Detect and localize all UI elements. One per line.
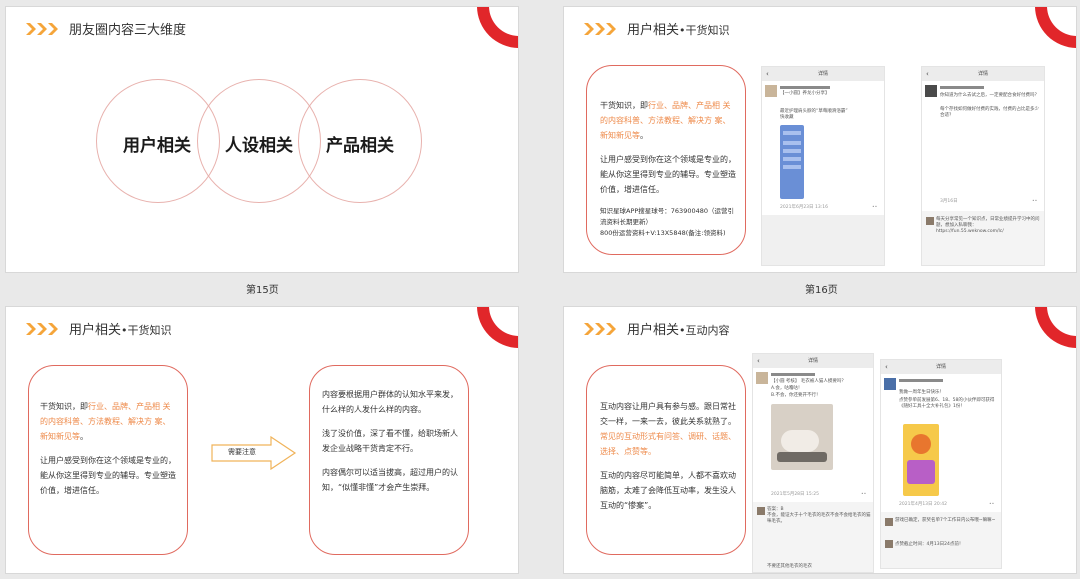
text-content: 互动内容让用户具有参与感。跟日常社交一样，一来一去，彼此关系就熟了。常见的互动形… xyxy=(600,402,736,510)
back-icon: ‹ xyxy=(885,363,888,371)
text-content: 干货知识，即行业、品牌、产品相 关的内容科普、方法教程、解决方 案、新知新见等。… xyxy=(600,101,736,237)
corner-decoration xyxy=(477,307,518,348)
more-icon: •• xyxy=(872,205,878,210)
phone-screenshot-left: ‹ 详情 【一小圆】养龙小分享】 最近护理肩头脖的“草莓顺滑浴霸” 快收藏 202… xyxy=(761,66,885,266)
more-icon: •• xyxy=(1032,199,1038,204)
corner-decoration xyxy=(477,7,518,48)
poster-image xyxy=(903,424,939,496)
venn-label-user: 用户相关 xyxy=(123,136,191,156)
commenter-avatar xyxy=(885,518,893,526)
post-image xyxy=(780,125,804,199)
cat-photo xyxy=(771,404,833,470)
commenter-avatar xyxy=(757,507,765,515)
slide-18[interactable]: 用户相关•互动内容 互动内容让用户具有参与感。跟日常社交一样，一来一去，彼此关系… xyxy=(563,306,1077,574)
avatar xyxy=(884,378,896,390)
phone-screenshot-right: ‹ 详情 我做一周年生日快乐！ 点赞参单前发展第6、18、58的小伙伴即可获得《随… xyxy=(880,359,1002,569)
text-content-left: 干货知识，即行业、品牌、产品相 关的内容科普、方法教程、解决方 案、新知新见等。… xyxy=(40,402,176,495)
avatar xyxy=(765,85,777,97)
page-label-16: 第16页 xyxy=(805,285,838,296)
more-icon: •• xyxy=(989,502,995,507)
slide-16[interactable]: 用户相关•干货知识 干货知识，即行业、品牌、产品相 关的内容科普、方法教程、解决… xyxy=(563,6,1077,273)
slide-title: 用户相关•干货知识 xyxy=(69,323,172,338)
commenter-avatar xyxy=(885,540,893,548)
chevron-arrows-icon xyxy=(584,23,616,35)
phone-screenshot-right: ‹ 详情 你知道为什么去试之后，一定要配合食好付费吗？ 每个存找如何做好付费的实践… xyxy=(921,66,1045,266)
arrow-label: 需要注意 xyxy=(228,448,256,456)
chevron-arrows-icon xyxy=(26,23,58,35)
venn-label-product: 产品相关 xyxy=(326,136,394,156)
page-label-15: 第15页 xyxy=(246,285,279,296)
chevron-arrows-icon xyxy=(26,323,58,335)
back-icon: ‹ xyxy=(766,70,769,78)
slide-title: 用户相关•干货知识 xyxy=(627,23,730,38)
more-icon: •• xyxy=(861,492,867,497)
back-icon: ‹ xyxy=(926,70,929,78)
avatar xyxy=(925,85,937,97)
slide-title: 朋友圈内容三大维度 xyxy=(69,23,187,38)
venn-label-persona: 人设相关 xyxy=(225,136,293,156)
phone-screenshot-left: ‹ 详情 【小圆 考核】 毛衣被人猫人摸要吗？ A.会，咕噜咕！ B.不会，你还要… xyxy=(752,353,874,573)
back-icon: ‹ xyxy=(757,357,760,365)
corner-decoration xyxy=(1035,307,1076,348)
slide-17[interactable]: 用户相关•干货知识 干货知识，即行业、品牌、产品相 关的内容科普、方法教程、解决… xyxy=(5,306,519,574)
commenter-avatar xyxy=(926,217,934,225)
avatar xyxy=(756,372,768,384)
text-content-right: 内容要根据用户群体的认知水平来发，什么样的人发什么样的内容。 浅了没价值，深了看… xyxy=(322,390,458,492)
slide-title: 用户相关•互动内容 xyxy=(627,323,730,338)
slide-15[interactable]: 朋友圈内容三大维度 用户相关 人设相关 产品相关 xyxy=(5,6,519,273)
chevron-arrows-icon xyxy=(584,323,616,335)
corner-decoration xyxy=(1035,7,1076,48)
